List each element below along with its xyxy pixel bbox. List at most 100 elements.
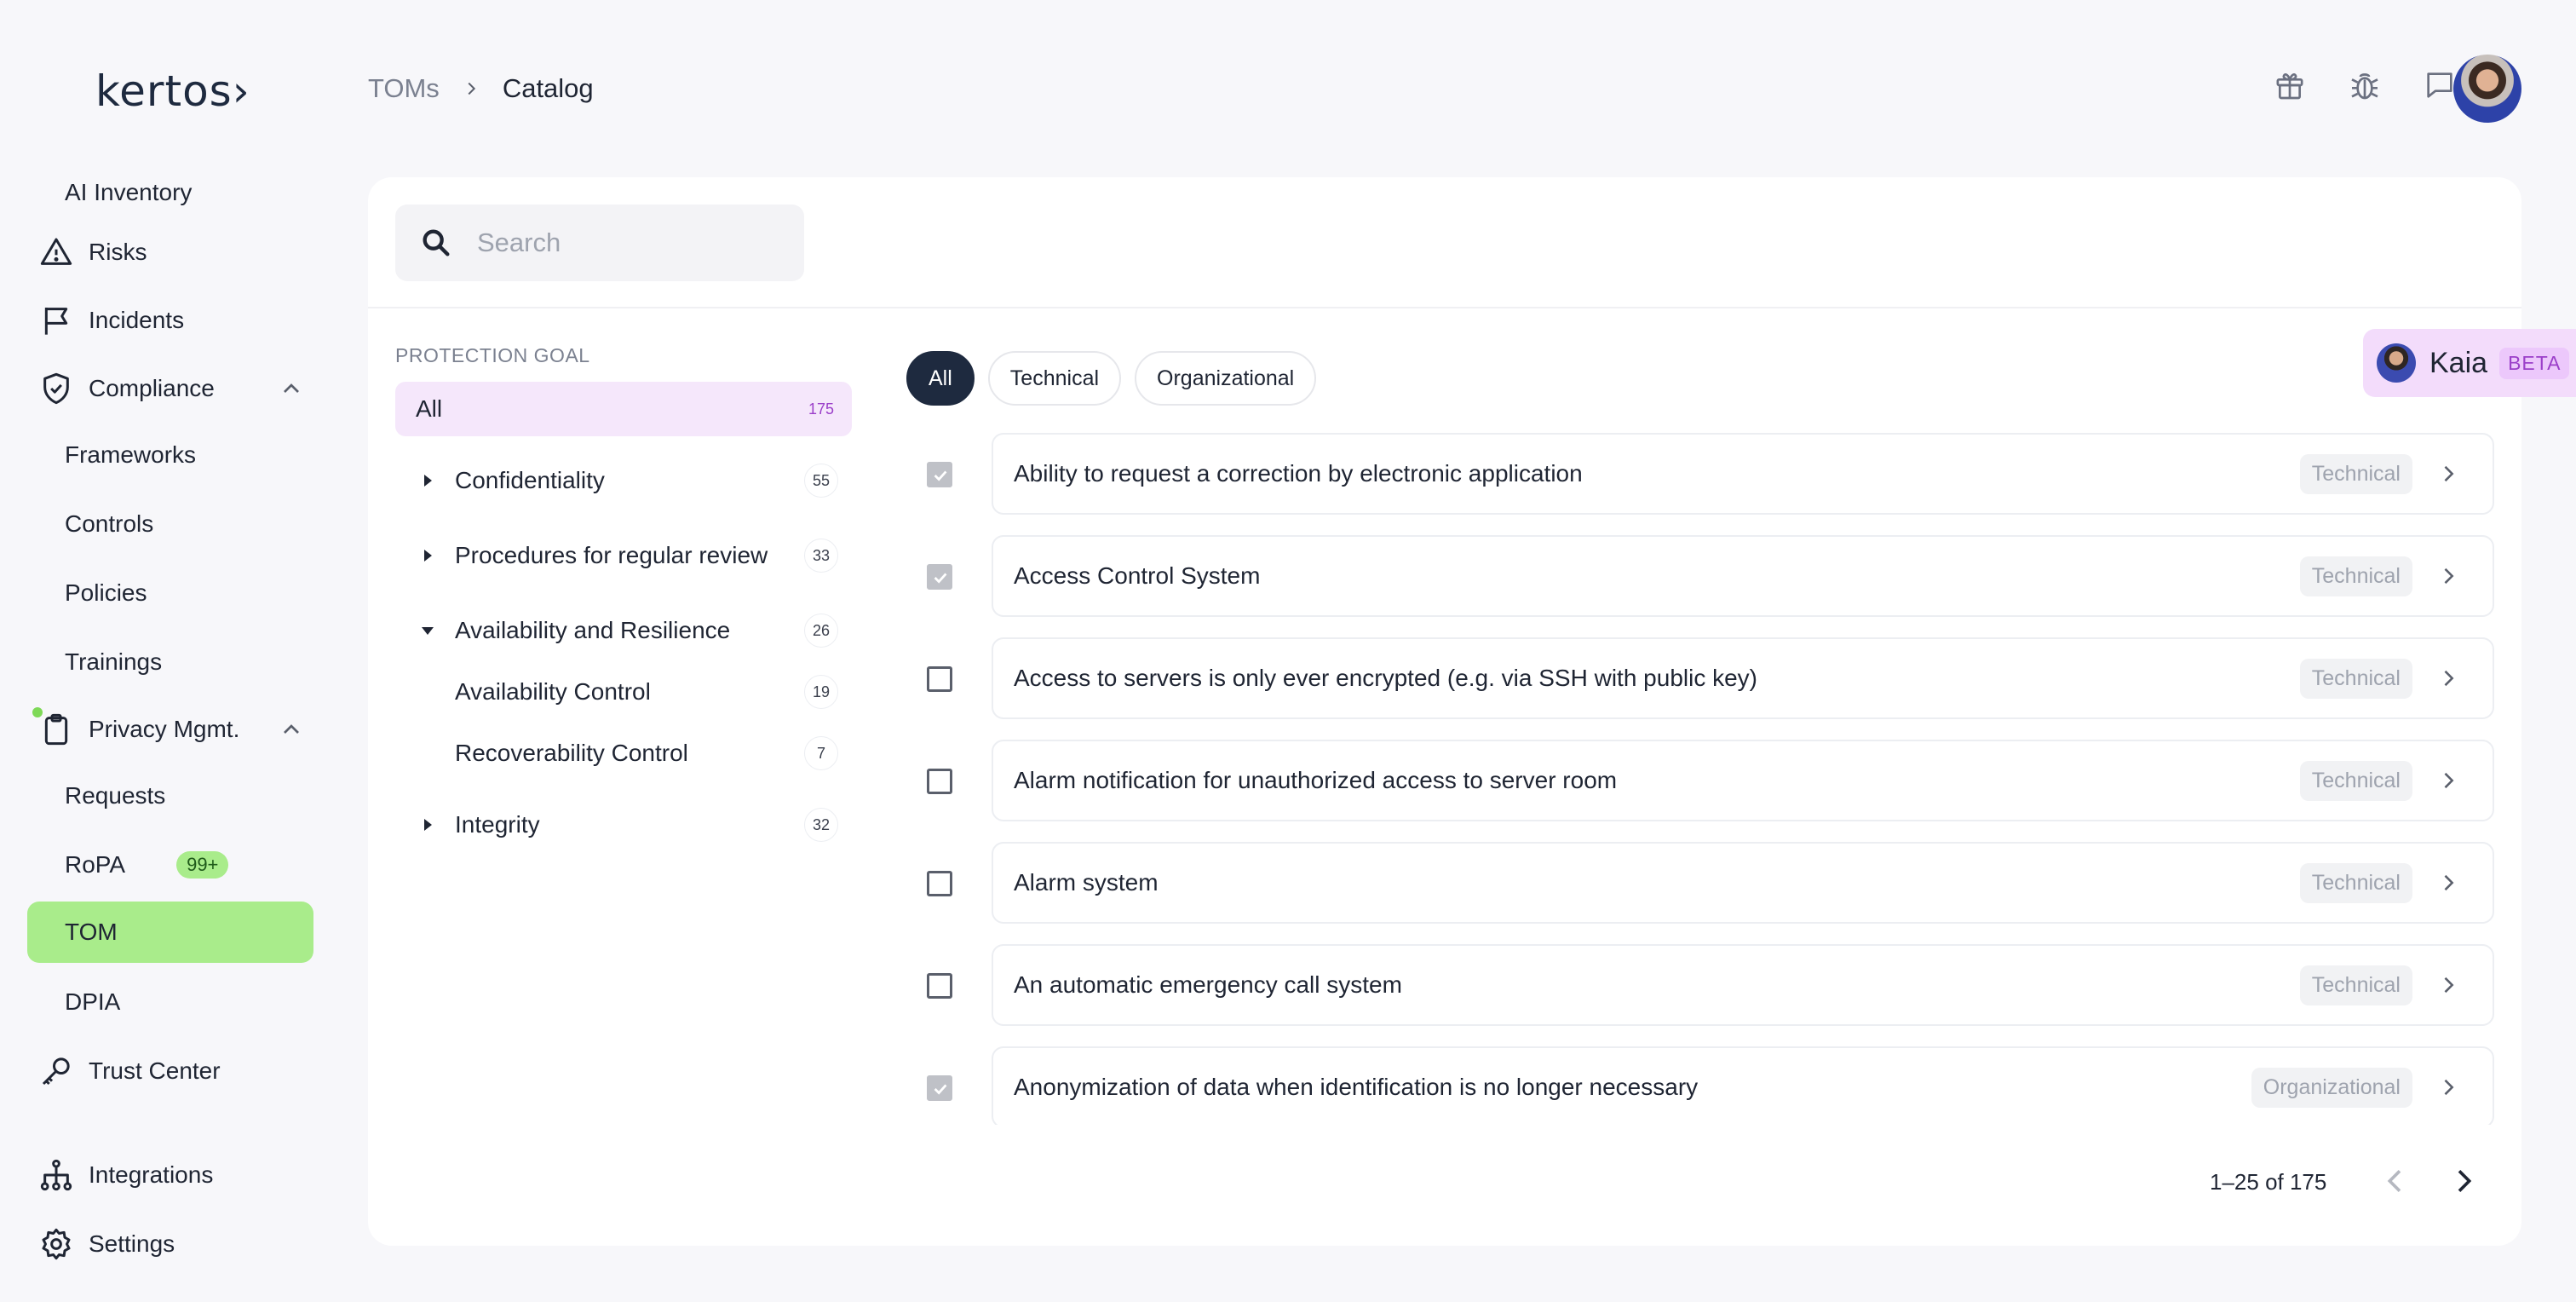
sidebar-item-label: Trust Center [89,1057,221,1084]
sidebar-item-label: Controls [65,510,154,537]
type-tag: Technical [2299,760,2412,801]
measure-row[interactable]: Access to servers is only ever encrypted… [992,637,2494,719]
gift-icon[interactable] [2273,68,2307,102]
sidebar-item-requests[interactable]: Requests [27,765,313,827]
sidebar-item-controls[interactable]: Controls [27,493,313,555]
measures-list: Ability to request a correction by elect… [368,177,2521,1125]
sidebar-item-ai-inventory[interactable]: AI Inventory [27,153,313,215]
row-checkbox[interactable] [927,871,952,896]
measure-row[interactable]: Alarm notification for unauthorized acce… [992,740,2494,821]
kertos-logo[interactable]: kertos› [95,66,250,116]
catalog-card: PROTECTION GOAL All 175 Confidentiality … [368,177,2521,1246]
sidebar-item-incidents[interactable]: Incidents [27,290,313,351]
measure-row[interactable]: Access Control System Technical [992,535,2494,617]
chevron-right-icon[interactable] [2436,973,2460,997]
measure-title: Access to servers is only ever encrypted… [1014,665,1758,691]
kaia-name: Kaia [2429,346,2488,379]
row-checkbox[interactable] [927,1075,952,1101]
chevron-right-icon[interactable] [2436,769,2460,792]
chevron-right-icon[interactable] [2436,564,2460,588]
chevron-left-icon[interactable] [2378,1164,2412,1198]
measure-row[interactable]: Alarm system Technical [992,842,2494,924]
sidebar-item-integrations[interactable]: Integrations [27,1144,313,1206]
sidebar-item-label: Settings [89,1230,175,1257]
measure-title: Access Control System [1014,562,1261,589]
type-tag: Organizational [2251,1067,2412,1108]
sidebar-item-trust-center[interactable]: Trust Center [27,1040,313,1102]
sidebar-item-label: DPIA [65,988,121,1015]
app-root: kertos› AI Inventory Risks Incidents Com… [0,0,2576,1302]
sidebar-item-label: RoPA [65,851,126,878]
sidebar-item-label: Frameworks [65,441,197,468]
measure-row[interactable]: An automatic emergency call system Techn… [992,944,2494,1026]
row-checkbox[interactable] [927,769,952,794]
sidebar-item-frameworks[interactable]: Frameworks [27,424,313,486]
user-avatar[interactable] [2453,55,2521,123]
sidebar-item-label: Integrations [89,1161,214,1188]
warning-icon [39,235,73,269]
sidebar-item-label: Compliance [89,375,215,401]
sidebar-item-privacy-mgmt[interactable]: Privacy Mgmt. [27,699,313,760]
beta-badge: BETA [2499,347,2570,379]
measure-row[interactable]: Ability to request a correction by elect… [992,433,2494,515]
sidebar-item-risks[interactable]: Risks [27,222,313,283]
type-tag: Technical [2299,556,2412,596]
measure-row[interactable]: Anonymization of data when identificatio… [992,1046,2494,1125]
list-item: Anonymization of data when identificatio… [906,1046,2494,1125]
clipboard-icon [39,712,73,746]
sidebar-item-label: Policies [65,579,147,606]
row-checkbox[interactable] [927,462,952,487]
measure-title: Alarm system [1014,869,1159,896]
ropa-count-badge: 99+ [176,851,229,879]
list-item: Alarm system Technical [906,842,2494,924]
sidebar-item-compliance[interactable]: Compliance [27,358,313,419]
sidebar-item-label: AI Inventory [65,179,193,205]
chevron-right-icon[interactable] [2436,871,2460,895]
list-item: An automatic emergency call system Techn… [906,944,2494,1026]
sidebar-item-label: Risks [89,239,147,265]
measure-title: Alarm notification for unauthorized acce… [1014,767,1618,793]
breadcrumb-toms-link[interactable]: TOMs [368,73,440,104]
flag-icon [39,303,73,337]
sidebar-item-settings[interactable]: Settings [27,1213,313,1275]
chevron-right-icon[interactable] [2436,1075,2460,1099]
measure-title: Anonymization of data when identificatio… [1014,1074,1699,1100]
sidebar-item-label: TOM [65,919,118,945]
hierarchy-icon [39,1158,73,1192]
kaia-assistant-button[interactable]: Kaia BETA [2363,329,2576,397]
chevron-right-icon[interactable] [2447,1164,2481,1198]
pagination-range: 1–25 of 175 [2210,1169,2327,1195]
check-icon [934,573,947,584]
chevron-up-icon[interactable] [278,716,305,743]
sidebar-item-tom[interactable]: TOM [27,902,313,963]
measure-title: An automatic emergency call system [1014,971,1402,998]
sidebar-item-ropa[interactable]: RoPA 99+ [27,834,313,896]
chevron-right-icon[interactable] [2436,462,2460,486]
kaia-avatar [2377,343,2416,383]
header-actions [2273,68,2457,102]
measure-title: Ability to request a correction by elect… [1014,460,1583,487]
sidebar-item-policies[interactable]: Policies [27,562,313,624]
check-icon [934,1084,947,1095]
row-checkbox[interactable] [927,973,952,999]
row-checkbox[interactable] [927,564,952,590]
check-icon [934,470,947,481]
sidebar-item-label: Trainings [65,648,163,675]
chevron-right-icon[interactable] [2436,666,2460,690]
sidebar-item-label: Privacy Mgmt. [89,716,240,742]
chevron-right-icon [468,82,475,95]
type-tag: Technical [2299,965,2412,1005]
type-tag: Technical [2299,658,2412,699]
chevron-up-icon[interactable] [278,375,305,402]
list-item: Ability to request a correction by elect… [906,433,2494,515]
sidebar-item-label: Requests [65,782,166,809]
row-checkbox[interactable] [927,666,952,692]
type-tag: Technical [2299,453,2412,494]
shield-check-icon [39,372,73,406]
list-item: Access to servers is only ever encrypted… [906,637,2494,719]
breadcrumb: TOMs Catalog [368,73,594,104]
chat-icon[interactable] [2423,68,2457,102]
bug-icon[interactable] [2348,68,2382,102]
sidebar-item-dpia[interactable]: DPIA [27,971,313,1033]
sidebar-item-trainings[interactable]: Trainings [27,631,313,693]
